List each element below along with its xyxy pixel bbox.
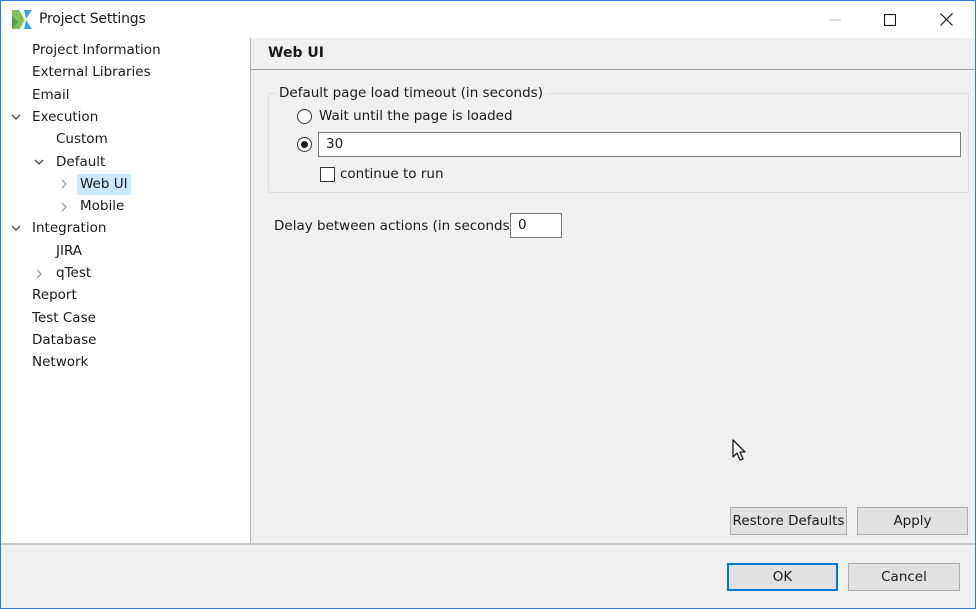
minimize-icon bbox=[830, 19, 841, 20]
tree-item-label: Mobile bbox=[80, 198, 125, 215]
tree-item-email[interactable]: Email bbox=[1, 85, 250, 106]
tree-item-qtest[interactable]: qTest bbox=[1, 263, 250, 284]
tree-item-execution[interactable]: Execution bbox=[1, 107, 250, 128]
tree-item-label: Custom bbox=[56, 131, 108, 148]
tree-item-label: Report bbox=[32, 287, 77, 304]
tree-item-external-libraries[interactable]: External Libraries bbox=[1, 62, 250, 83]
tree-item-report[interactable]: Report bbox=[1, 285, 250, 306]
timeout-seconds-input[interactable]: 30 bbox=[318, 132, 961, 157]
project-settings-dialog: Project Settings Project Information Exte… bbox=[0, 0, 976, 609]
tree-item-label: External Libraries bbox=[32, 64, 151, 81]
tree-item-label: Default bbox=[56, 153, 106, 170]
tree-item-database[interactable]: Database bbox=[1, 330, 250, 351]
tree-item-label: Database bbox=[32, 331, 97, 348]
close-icon bbox=[939, 13, 953, 26]
group-legend: Default page load timeout (in seconds) bbox=[276, 85, 546, 101]
tree-item-label: Network bbox=[32, 354, 89, 371]
tree-item-label: Integration bbox=[32, 220, 107, 237]
tree-item-integration[interactable]: Integration bbox=[1, 218, 250, 239]
wait-until-loaded-radio[interactable] bbox=[297, 109, 312, 124]
settings-tree: Project Information External Libraries Ema… bbox=[1, 38, 251, 543]
continue-to-run-checkbox[interactable] bbox=[320, 167, 335, 182]
tree-item-mobile[interactable]: Mobile bbox=[1, 196, 250, 217]
continue-to-run-label[interactable]: continue to run bbox=[340, 166, 444, 182]
wait-until-loaded-label[interactable]: Wait until the page is loaded bbox=[319, 108, 513, 124]
dialog-footer: OK Cancel bbox=[1, 543, 975, 608]
chevron-down-icon[interactable] bbox=[33, 152, 45, 173]
title-bar[interactable]: Project Settings bbox=[1, 1, 975, 38]
katalon-logo-icon bbox=[12, 10, 32, 29]
tree-item-project-information[interactable]: Project Information bbox=[1, 40, 250, 61]
tree-item-default[interactable]: Default bbox=[1, 152, 250, 173]
tree-item-network[interactable]: Network bbox=[1, 352, 250, 373]
page-load-timeout-group: Default page load timeout (in seconds) W… bbox=[268, 85, 969, 193]
delay-seconds-input[interactable]: 0 bbox=[510, 213, 562, 238]
custom-timeout-radio[interactable] bbox=[297, 137, 312, 152]
tree-item-web-ui[interactable]: Web UI bbox=[1, 173, 250, 195]
tree-item-label: Project Information bbox=[32, 42, 161, 58]
tree-item-label: Execution bbox=[32, 108, 99, 125]
minimize-button[interactable] bbox=[813, 1, 859, 38]
tree-item-label: Email bbox=[32, 86, 70, 103]
tree-item-jira[interactable]: JIRA bbox=[1, 241, 250, 262]
apply-button[interactable]: Apply bbox=[857, 507, 968, 535]
chevron-right-icon[interactable] bbox=[33, 263, 45, 284]
chevron-down-icon[interactable] bbox=[10, 107, 22, 128]
chevron-right-icon[interactable] bbox=[58, 174, 70, 195]
page-title: Web UI bbox=[268, 45, 324, 61]
maximize-button[interactable] bbox=[867, 1, 913, 38]
ok-button[interactable]: OK bbox=[727, 563, 838, 591]
tree-item-label: JIRA bbox=[56, 242, 83, 259]
restore-defaults-button[interactable]: Restore Defaults bbox=[730, 507, 847, 535]
chevron-down-icon[interactable] bbox=[10, 218, 22, 239]
tree-item-label: qTest bbox=[56, 265, 92, 281]
tree-item-label: Web UI bbox=[77, 173, 131, 195]
tree-item-test-case[interactable]: Test Case bbox=[1, 308, 250, 329]
tree-item-label: Test Case bbox=[32, 309, 96, 326]
chevron-right-icon[interactable] bbox=[58, 196, 70, 217]
window-title: Project Settings bbox=[39, 11, 146, 27]
panel-header: Web UI bbox=[251, 38, 975, 70]
settings-panel: Web UI Default page load timeout (in sec… bbox=[251, 38, 975, 543]
mouse-cursor-icon bbox=[732, 439, 746, 461]
delay-between-actions-label: Delay between actions (in seconds) bbox=[274, 218, 515, 234]
close-button[interactable] bbox=[923, 1, 969, 38]
maximize-icon bbox=[884, 13, 896, 26]
cancel-button[interactable]: Cancel bbox=[848, 563, 960, 591]
tree-item-custom[interactable]: Custom bbox=[1, 129, 250, 150]
